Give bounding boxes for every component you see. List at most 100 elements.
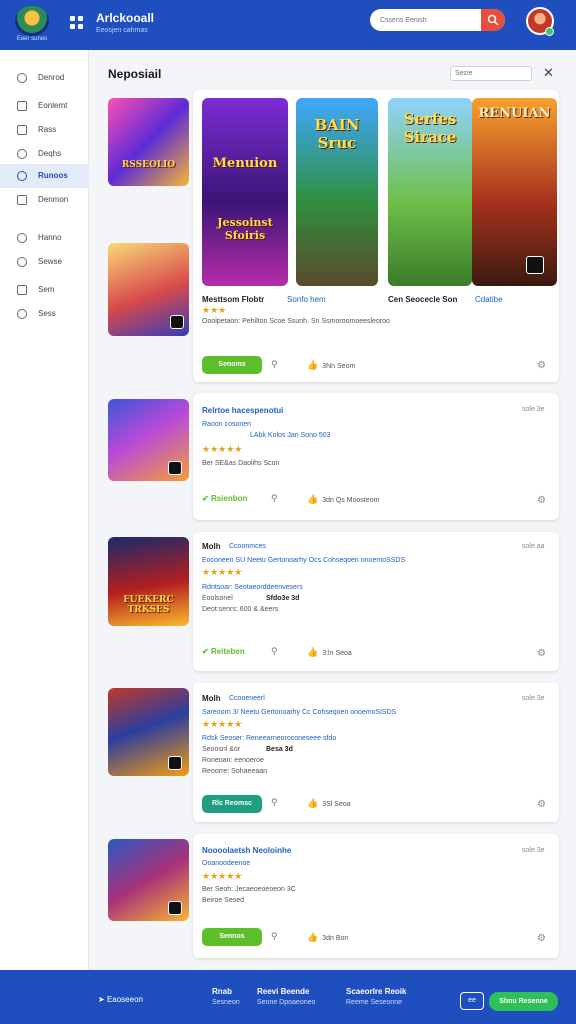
- list-item-meta: Seoosnl &or: [202, 746, 241, 753]
- footer-link[interactable]: Sesneon: [212, 999, 240, 1006]
- save-icon[interactable]: [526, 256, 544, 274]
- sidebar-item-label: Deqhs: [38, 149, 62, 158]
- brand-title: Arlckooall: [96, 11, 155, 25]
- brand-subtitle: Eeosjen cahmas: [96, 27, 148, 34]
- list-item-meta: Roneoan: eenoeroe: [202, 757, 264, 764]
- footer-col-title: Rnab: [212, 987, 232, 996]
- list-item-action-button[interactable]: Sennos: [202, 928, 262, 946]
- settings-gear-icon[interactable]: ⚙: [537, 495, 546, 506]
- featured-description: Ooolpetaon: Pehilton Scoe Ssunh. Sn Ssmo…: [202, 318, 390, 325]
- sidebar-item-content[interactable]: Eonlemt: [0, 94, 89, 118]
- list-item-action-link[interactable]: ✔ Reiteben: [202, 647, 245, 656]
- location-pin-icon[interactable]: ⚲: [271, 931, 278, 942]
- search-button[interactable]: [481, 9, 505, 31]
- document-icon: [17, 101, 27, 111]
- like-count[interactable]: 👍 3dn Qs Moosteom: [307, 494, 379, 505]
- list-item-title[interactable]: Noooolaetsh Neoloinhe: [202, 846, 291, 855]
- app-logo[interactable]: [15, 6, 49, 36]
- filter-input[interactable]: [450, 66, 532, 81]
- featured-cover-3[interactable]: Serfes Sirace: [388, 98, 472, 286]
- game-cover-thumb[interactable]: [108, 243, 189, 336]
- online-status-badge: [545, 27, 554, 36]
- close-icon[interactable]: ✕: [543, 66, 554, 80]
- like-count[interactable]: 👍 3Sl Seoa: [307, 798, 351, 809]
- featured-cover-1[interactable]: Menuion Jessoinst Sfoiris: [202, 98, 288, 286]
- featured-title-link[interactable]: Sonfo hem: [287, 295, 326, 304]
- featured-cover-2[interactable]: BAIN Sruc: [296, 98, 378, 286]
- sidebar-item-label: Denmon: [38, 195, 69, 204]
- settings-gear-icon[interactable]: ⚙: [537, 799, 546, 810]
- sidebar-item-active[interactable]: Runoos: [0, 164, 89, 188]
- settings-gear-icon[interactable]: ⚙: [537, 360, 546, 371]
- like-count[interactable]: 👍 3Nn Seom: [307, 360, 355, 371]
- sidebar-item-label: Sewse: [38, 257, 63, 266]
- location-pin-icon[interactable]: ⚲: [271, 493, 278, 504]
- game-cover-thumb[interactable]: [108, 839, 189, 921]
- featured-action-button[interactable]: Senoms: [202, 356, 262, 374]
- thumbs-up-icon: 👍: [307, 360, 319, 370]
- list-item-date: sole 3e: [522, 695, 545, 702]
- settings-gear-icon[interactable]: ⚙: [537, 648, 546, 659]
- list-item-meta: Beiroe Sesed: [202, 897, 245, 904]
- badge-icon: [170, 315, 184, 329]
- game-cover-thumb[interactable]: [108, 399, 189, 481]
- page-title: Neposiail: [108, 67, 162, 81]
- location-pin-icon[interactable]: ⚲: [271, 797, 278, 808]
- like-count[interactable]: 👍 3dn Bon: [307, 932, 348, 943]
- thumbs-up-icon: 👍: [307, 647, 319, 657]
- featured-cover-4[interactable]: RENUIAN: [472, 98, 557, 286]
- footer-logo[interactable]: ➤ Eaoseeon: [98, 995, 143, 1004]
- sidebar-item-denmon[interactable]: Denmon: [0, 188, 89, 212]
- list-item-meta: Ber SE&as Daolihs Scon: [202, 460, 280, 467]
- sidebar-item-label: Rass: [38, 125, 57, 134]
- game-cover-thumb[interactable]: RSSEOLIO: [108, 98, 189, 186]
- sidebar-item-sewse[interactable]: Sewse: [0, 250, 89, 274]
- list-item-line2: Eoconeen SU Neetu Gertonoarhy Ocs Cohseq…: [202, 557, 406, 564]
- footer-cta-button[interactable]: Shnu Resenne: [489, 992, 558, 1011]
- location-pin-icon[interactable]: ⚲: [271, 646, 278, 657]
- list-item-meta: Eoolsonel: [202, 595, 233, 602]
- list-item-meta: Reoorre: Sohaeeaan: [202, 768, 267, 775]
- sidebar-item-hanno[interactable]: Hanno: [0, 226, 89, 250]
- footer-link[interactable]: Seone Dpoaeoneo: [257, 999, 315, 1006]
- footer-link[interactable]: Reeme Seseonne: [346, 999, 402, 1006]
- featured-title-2-link[interactable]: Cdatibe: [475, 295, 503, 304]
- list-item-title: Molh: [202, 542, 221, 551]
- list-item-line2: Ooanoodeenoe: [202, 860, 251, 867]
- cover-title: Jessoinst Sfoiris: [217, 216, 273, 242]
- like-count-label: 3:ln Seoa: [322, 650, 352, 657]
- game-cover-thumb[interactable]: FUEKERC TRKSES: [108, 537, 189, 626]
- grid-menu-icon[interactable]: [70, 16, 84, 30]
- sidebar-item-search[interactable]: Deqhs: [0, 142, 89, 166]
- list-item-title[interactable]: Relrtoe hacespenotui: [202, 406, 283, 415]
- sidebar-item-sem[interactable]: Sem: [0, 278, 89, 302]
- footer: ➤ Eaoseeon Rnab Sesneon Reevi Beende Seo…: [0, 970, 576, 1024]
- footer-col-title: Reevi Beende: [257, 987, 310, 996]
- footer-small-button[interactable]: ee: [460, 992, 484, 1010]
- location-pin-icon[interactable]: ⚲: [271, 359, 278, 370]
- list-item-meta-value: Besa 3d: [266, 746, 293, 753]
- sidebar-item-rass[interactable]: Rass: [0, 118, 89, 142]
- game-cover-thumb[interactable]: [108, 688, 189, 776]
- sidebar-item-label: Hanno: [38, 233, 62, 242]
- list-item-action-link[interactable]: ✔ Rsienbon: [202, 494, 247, 503]
- list-icon: [17, 195, 27, 205]
- settings-gear-icon[interactable]: ⚙: [537, 933, 546, 944]
- like-count-label: 3Sl Seoa: [322, 801, 351, 808]
- list-item-title-link[interactable]: Ccooeneerl: [229, 695, 265, 702]
- action-label: Reiteben: [210, 647, 245, 656]
- sidebar-item-home[interactable]: Denrod: [0, 66, 89, 90]
- like-count[interactable]: 👍 3:ln Seoa: [307, 647, 352, 658]
- search-input[interactable]: [380, 12, 480, 28]
- cover-title: FUEKERC TRKSES: [123, 595, 174, 615]
- rating-stars: ★★★★★: [202, 871, 243, 881]
- list-item-action-button[interactable]: Rlc Reomsc: [202, 795, 262, 813]
- list-item-date: sole 3e: [522, 847, 545, 854]
- list-item-date: sole 3e: [522, 406, 545, 413]
- home-icon: [17, 73, 27, 83]
- list-item-title-link[interactable]: Ccoonmces: [229, 543, 266, 550]
- list-item-meta: Deot:senrs: 600 & &eers: [202, 606, 279, 613]
- footer-logo-label: Eaoseeon: [106, 995, 143, 1004]
- compass-icon: [17, 171, 27, 181]
- sidebar-item-sess[interactable]: Sess: [0, 302, 89, 326]
